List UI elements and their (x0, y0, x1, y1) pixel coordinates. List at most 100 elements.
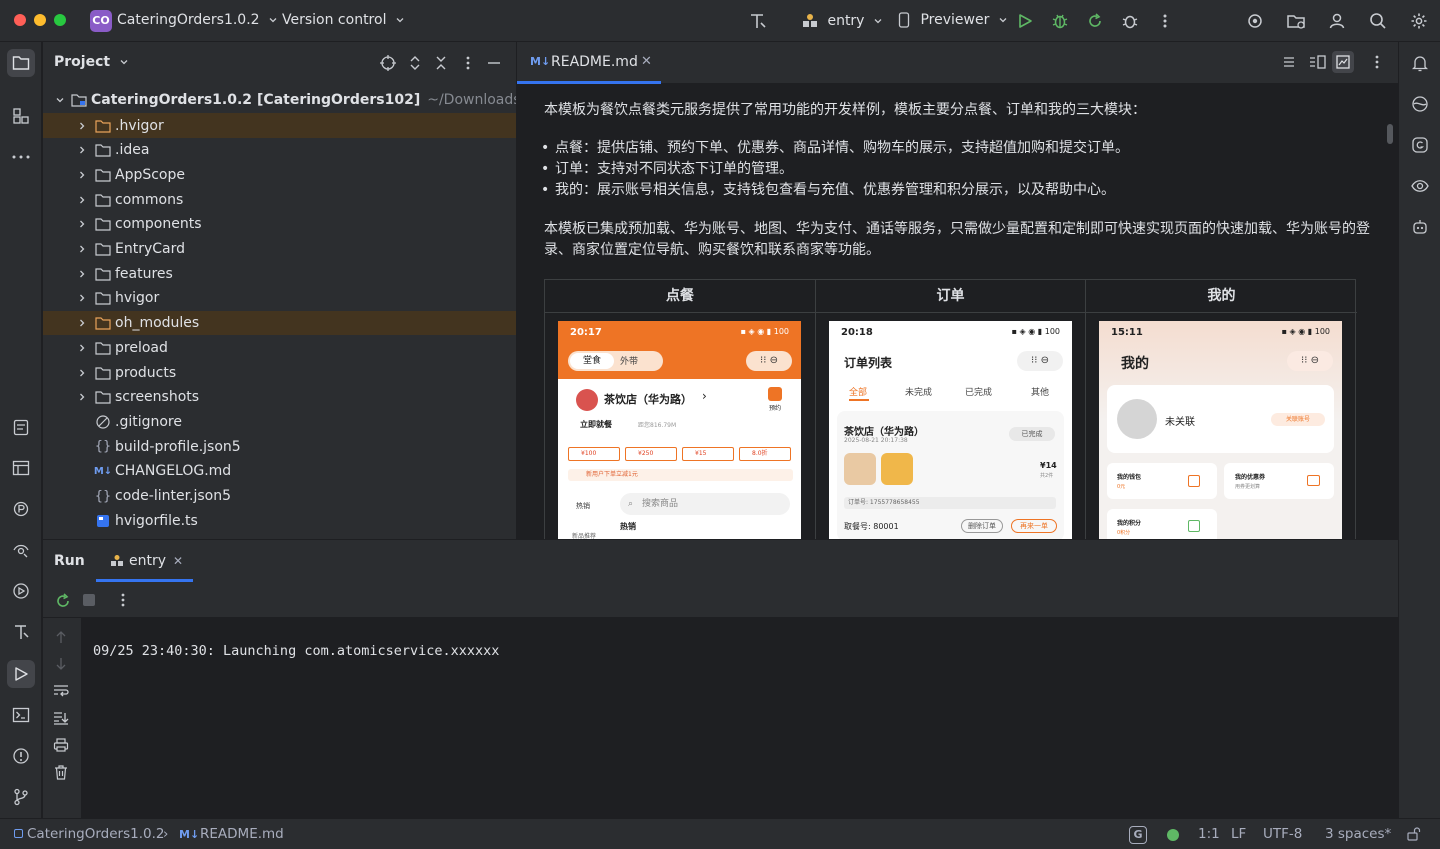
gradle-g-icon[interactable] (1406, 131, 1434, 159)
run-services-tool-icon[interactable] (7, 577, 35, 605)
version-control-tool-icon[interactable] (7, 783, 35, 811)
run-tool-icon[interactable] (7, 660, 35, 688)
editor-only-icon[interactable] (1281, 54, 1297, 70)
project-options-icon[interactable] (459, 54, 477, 72)
profiler-tool-icon[interactable] (7, 495, 35, 523)
clear-trash-icon[interactable] (53, 764, 69, 780)
codegenie-icon[interactable] (1406, 90, 1434, 118)
apply-changes-icon[interactable] (1084, 10, 1106, 32)
line-separator[interactable]: LF (1231, 826, 1246, 842)
more-tools-icon[interactable] (7, 143, 35, 171)
editor-more-icon[interactable] (1369, 54, 1385, 70)
folder-open-icon[interactable] (1285, 10, 1307, 32)
logcat-tool-icon[interactable] (7, 454, 35, 482)
chevron-right-icon[interactable] (75, 119, 89, 133)
tree-folder-row[interactable]: components (43, 212, 516, 237)
chevron-right-icon[interactable] (75, 217, 89, 231)
build-tool-icon[interactable] (7, 618, 35, 646)
todo-tool-icon[interactable] (7, 413, 35, 441)
tree-folder-row[interactable]: preload (43, 336, 516, 361)
chevron-right-icon[interactable] (75, 242, 89, 256)
device-manager-icon[interactable] (1244, 10, 1266, 32)
chevron-right-icon[interactable] (75, 193, 89, 207)
split-view-icon[interactable] (1308, 54, 1326, 70)
run-icon[interactable] (1014, 10, 1036, 32)
collapse-all-icon[interactable] (432, 54, 450, 72)
run-config-selector[interactable]: entry (801, 12, 883, 30)
unlock-icon[interactable] (1406, 826, 1422, 842)
chevron-down-icon[interactable] (55, 93, 65, 107)
scroll-to-end-icon[interactable] (53, 711, 69, 725)
file-encoding[interactable]: UTF-8 (1263, 826, 1302, 842)
tree-file-row[interactable]: {} build-profile.json5 (43, 434, 516, 459)
tree-folder-row[interactable]: hvigor (43, 286, 516, 311)
expand-all-icon[interactable] (406, 54, 424, 72)
close-tab-icon[interactable]: ✕ (641, 54, 652, 69)
indent-setting[interactable]: 3 spaces* (1325, 826, 1391, 842)
preview-only-icon[interactable] (1332, 51, 1354, 73)
tree-folder-row[interactable]: commons (43, 187, 516, 212)
project-tool-icon[interactable] (7, 49, 35, 77)
run-more-icon[interactable] (115, 592, 131, 608)
chevron-right-icon[interactable] (75, 316, 89, 330)
terminal-tool-icon[interactable] (7, 701, 35, 729)
project-view-selector[interactable]: Project (54, 54, 129, 70)
debug-icon[interactable] (1049, 10, 1071, 32)
status-project[interactable]: CateringOrders1.0.2 (27, 826, 164, 842)
chevron-right-icon[interactable] (75, 168, 89, 182)
tree-folder-row[interactable]: products (43, 360, 516, 385)
run-tab-entry[interactable]: entry ✕ (96, 540, 193, 582)
close-tab-icon[interactable]: ✕ (173, 554, 183, 568)
problems-tool-icon[interactable] (7, 742, 35, 770)
structure-tool-icon[interactable] (7, 102, 35, 130)
scroll-up-icon[interactable] (54, 630, 68, 644)
attach-debugger-icon[interactable] (1119, 10, 1141, 32)
device-selector[interactable]: Previewer (898, 12, 1008, 28)
tree-folder-row[interactable]: AppScope (43, 163, 516, 188)
chevron-right-icon[interactable] (75, 341, 89, 355)
chevron-right-icon[interactable] (75, 366, 89, 380)
more-vertical-icon[interactable] (1154, 10, 1176, 32)
arkui-inspector-icon[interactable] (747, 10, 769, 32)
tree-folder-row[interactable]: .idea (43, 138, 516, 163)
assistant-robot-icon[interactable] (1406, 213, 1434, 241)
tab-readme[interactable]: M↓ README.md ✕ (517, 42, 661, 84)
search-icon[interactable] (1367, 10, 1389, 32)
scroll-down-icon[interactable] (54, 657, 68, 671)
codecheck-g-icon[interactable]: G (1129, 826, 1147, 844)
tree-root-row[interactable]: CateringOrders1.0.2 [CateringOrders102] … (43, 88, 516, 113)
account-icon[interactable] (1326, 10, 1348, 32)
settings-gear-icon[interactable] (1408, 10, 1430, 32)
close-window-button[interactable] (14, 14, 26, 26)
tree-folder-row[interactable]: EntryCard (43, 237, 516, 262)
tree-file-row[interactable]: {} code-linter.json5 (43, 484, 516, 509)
vcs-menu[interactable]: Version control (282, 12, 405, 28)
notifications-bell-icon[interactable] (1406, 49, 1434, 77)
locate-file-icon[interactable] (379, 54, 397, 72)
previewer-eye-icon[interactable] (1406, 172, 1434, 200)
soft-wrap-icon[interactable] (53, 684, 69, 698)
print-icon[interactable] (53, 738, 69, 752)
chevron-right-icon[interactable] (75, 143, 89, 157)
tree-file-row[interactable]: .gitignore (43, 410, 516, 435)
run-console[interactable]: 09/25 23:40:30: Launching com.atomicserv… (81, 618, 1398, 819)
editor-scrollbar[interactable] (1387, 124, 1393, 144)
maximize-window-button[interactable] (54, 14, 66, 26)
project-selector[interactable]: CateringOrders1.0.2 (117, 12, 278, 28)
hide-panel-icon[interactable] (485, 54, 503, 72)
chevron-right-icon[interactable] (75, 267, 89, 281)
tree-folder-row[interactable]: features (43, 261, 516, 286)
chevron-right-icon[interactable] (75, 390, 89, 404)
status-ok-icon[interactable] (1167, 829, 1179, 841)
tree-folder-row[interactable]: screenshots (43, 385, 516, 410)
stop-icon[interactable] (83, 594, 95, 606)
chevron-right-icon[interactable] (75, 291, 89, 305)
services-tool-icon[interactable] (7, 536, 35, 564)
tree-folder-row[interactable]: oh_modules (43, 310, 516, 336)
minimize-window-button[interactable] (34, 14, 46, 26)
tree-file-row[interactable]: hvigorfile.ts (43, 508, 516, 533)
tree-folder-row[interactable]: .hvigor (43, 113, 516, 138)
status-file[interactable]: README.md (200, 826, 284, 842)
tree-file-row[interactable]: M↓ CHANGELOG.md (43, 459, 516, 484)
rerun-icon[interactable] (54, 592, 72, 610)
